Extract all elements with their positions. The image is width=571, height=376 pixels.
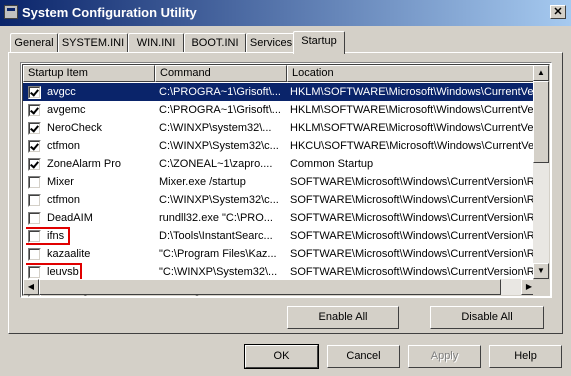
command-cell: C:\PROGRA~1\Grisoft\... [159,104,281,116]
tab-system-ini[interactable]: SYSTEM.INI [58,33,128,53]
startup-item-name: ctfmon [47,194,81,206]
app-icon [4,5,18,19]
close-icon: ✕ [553,6,563,18]
table-row[interactable]: DeadAIM rundll32.exe "C:\PRO... SOFTWARE\M… [23,209,536,227]
horizontal-scroll-thumb[interactable] [39,279,501,295]
table-row[interactable]: ZoneAlarm Pro C:\ZONEAL~1\zapro.... Common… [23,155,536,173]
disable-all-button[interactable]: Disable All [430,306,544,329]
table-row[interactable]: kazaalite "C:\Program Files\Kaz... SOFTWAR… [23,245,536,263]
arrow-left-icon: ◀ [27,282,35,291]
scroll-up-button[interactable]: ▲ [533,65,549,81]
command-cell: C:\PROGRA~1\Grisoft\... [159,86,281,98]
startup-item-name: DeadAIM [47,212,93,224]
location-cell: HKLM\SOFTWARE\Microsoft\Windows\CurrentV… [290,122,536,134]
title-bar[interactable]: System Configuration Utility ✕ [0,0,571,26]
command-cell: "C:\Program Files\Kaz... [159,248,277,260]
startup-item-checkbox[interactable] [28,122,41,135]
startup-item-name: avgemc [47,104,86,116]
startup-item-checkbox[interactable] [28,140,41,153]
startup-item-checkbox[interactable] [28,104,41,117]
table-row[interactable]: NeroCheck C:\WINXP\system32\... HKLM\SOFTW… [23,119,536,137]
startup-item-name: ctfmon [47,140,81,152]
startup-item-checkbox[interactable] [28,194,41,207]
location-cell: Common Startup [290,158,374,170]
scroll-thumb[interactable] [533,81,549,163]
highlight-box [26,227,70,245]
startup-item-checkbox[interactable] [28,176,41,189]
location-cell: SOFTWARE\Microsoft\Windows\CurrentVersio… [290,230,536,242]
table-row[interactable]: avgcc C:\PROGRA~1\Grisoft\... HKLM\SOFTWAR… [23,83,536,101]
tab-services[interactable]: Services [246,33,296,53]
window-title: System Configuration Utility [22,5,197,20]
startup-item-cell: DeadAIM [26,209,154,227]
startup-item-cell: kazaalite [26,245,154,263]
location-cell: SOFTWARE\Microsoft\Windows\CurrentVersio… [290,194,536,206]
startup-item-name: Mixer [47,176,74,188]
close-button[interactable]: ✕ [550,5,566,19]
startup-item-cell: avgcc [26,83,154,101]
tab-boot-ini[interactable]: BOOT.INI [184,33,246,53]
command-cell: C:\WINXP\system32\... [159,122,272,134]
column-header-location[interactable]: Location [287,65,537,82]
scroll-down-button[interactable]: ▼ [533,263,549,279]
startup-item-checkbox[interactable] [28,86,41,99]
startup-item-cell: ctfmon [26,137,154,155]
startup-item-cell: Mixer [26,173,154,191]
tab-startup[interactable]: Startup [293,31,345,54]
enable-all-button[interactable]: Enable All [287,306,399,329]
ok-button[interactable]: OK [244,344,319,369]
command-cell: Mixer.exe /startup [159,176,246,188]
arrow-up-icon: ▲ [537,68,545,77]
command-cell: C:\ZONEAL~1\zapro.... [159,158,273,170]
location-cell: HKLM\SOFTWARE\Microsoft\Windows\CurrentV… [290,86,536,98]
location-cell: HKLM\SOFTWARE\Microsoft\Windows\CurrentV… [290,104,536,116]
table-row[interactable]: Mixer Mixer.exe /startup SOFTWARE\Microsof… [23,173,536,191]
startup-item-checkbox[interactable] [28,212,41,225]
apply-button[interactable]: Apply [408,345,481,368]
vertical-scrollbar[interactable]: ▲ ▼ [533,65,549,295]
apply-button-label: Apply [430,350,459,362]
location-cell: SOFTWARE\Microsoft\Windows\CurrentVersio… [290,176,536,188]
column-header-startup-item[interactable]: Startup Item [23,65,155,82]
startup-item-cell: ifns [26,227,154,245]
cancel-button[interactable]: Cancel [327,345,400,368]
startup-item-cell: avgemc [26,101,154,119]
command-cell: D:\Tools\InstantSearc... [159,230,273,242]
command-cell: C:\WINXP\System32\c... [159,140,279,152]
table-row[interactable]: ifns D:\Tools\InstantSearc... SOFTWARE\Mic… [23,227,536,245]
startup-item-name: NeroCheck [47,122,103,134]
startup-item-cell: ctfmon [26,191,154,209]
table-row[interactable]: avgemc C:\PROGRA~1\Grisoft\... HKLM\SOFTWA… [23,101,536,119]
arrow-down-icon: ▼ [537,266,545,275]
tab-win-ini[interactable]: WIN.INI [128,33,184,53]
column-header-command[interactable]: Command [155,65,287,82]
startup-item-name: ZoneAlarm Pro [47,158,121,170]
command-cell: C:\WINXP\System32\c... [159,194,279,206]
startup-list[interactable]: Startup Item Command Location avgcc C:\PR… [20,62,552,298]
location-cell: SOFTWARE\Microsoft\Windows\CurrentVersio… [290,248,536,260]
startup-item-name: avgcc [47,86,76,98]
arrow-right-icon: ▶ [525,282,533,291]
location-cell: SOFTWARE\Microsoft\Windows\CurrentVersio… [290,212,536,224]
scrollbar-corner [533,279,549,295]
help-button[interactable]: Help [489,345,562,368]
startup-item-cell: NeroCheck [26,119,154,137]
table-row[interactable]: ctfmon C:\WINXP\System32\c... HKCU\SOFTWAR… [23,137,536,155]
scroll-left-button[interactable]: ◀ [23,279,39,295]
startup-item-checkbox[interactable] [28,248,41,261]
horizontal-scrollbar[interactable]: ◀ ▶ [23,279,537,295]
startup-item-cell: ZoneAlarm Pro [26,155,154,173]
tab-general[interactable]: General [10,33,58,53]
startup-item-checkbox[interactable] [28,158,41,171]
startup-item-name: kazaalite [47,248,91,260]
command-cell: rundll32.exe "C:\PRO... [159,212,273,224]
location-cell: HKCU\SOFTWARE\Microsoft\Windows\CurrentV… [290,140,536,152]
table-row[interactable]: ctfmon C:\WINXP\System32\c... SOFTWARE\Mic… [23,191,536,209]
